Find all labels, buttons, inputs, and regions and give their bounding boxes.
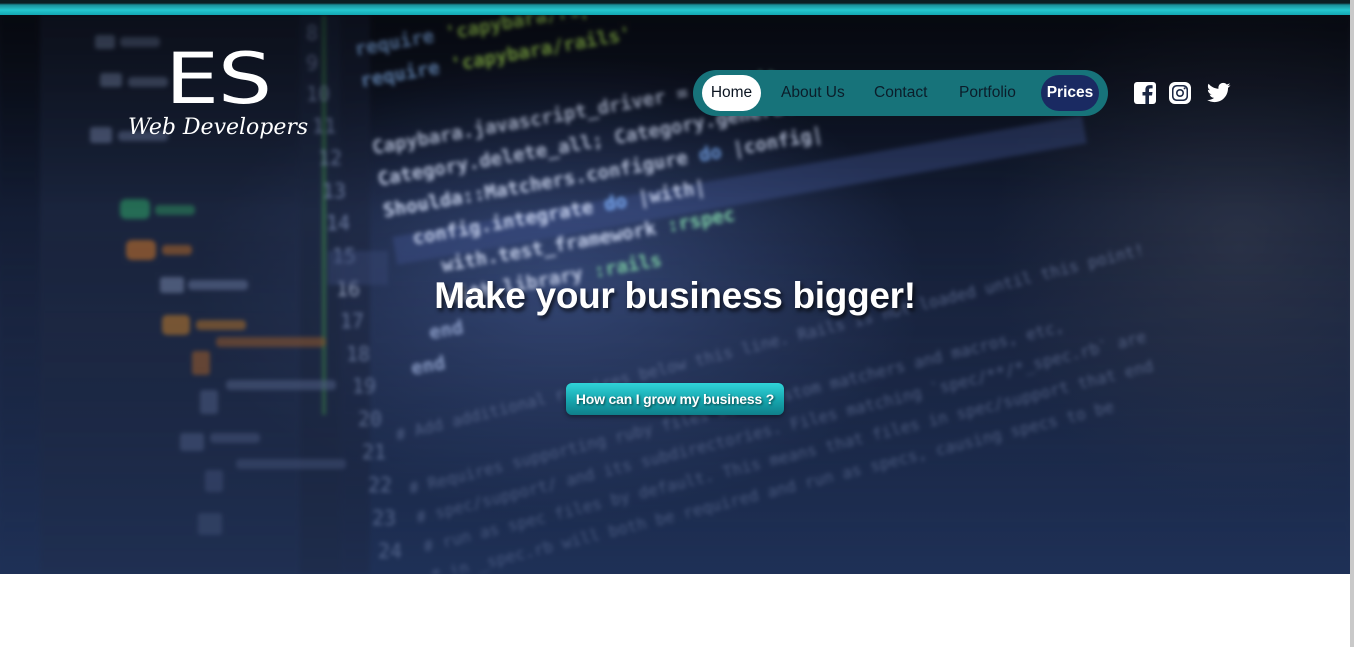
nav-item-contact[interactable]: Contact [874, 75, 927, 111]
grow-business-button[interactable]: How can I grow my business ? [566, 383, 784, 415]
nav-item-home[interactable]: Home [702, 75, 761, 111]
nav-item-about-us[interactable]: About Us [781, 75, 845, 111]
instagram-icon[interactable] [1169, 82, 1193, 106]
main-navigation: Home About Us Contact Portfolio Prices [693, 70, 1108, 116]
twitter-icon[interactable] [1207, 82, 1233, 106]
page-scrollbar[interactable] [1350, 0, 1354, 647]
hero-headline: Make your business bigger! [434, 275, 916, 316]
site-logo[interactable]: ES Web Developers [128, 44, 308, 140]
nav-item-portfolio[interactable]: Portfolio [959, 75, 1016, 111]
nav-item-prices[interactable]: Prices [1041, 75, 1099, 111]
facebook-icon[interactable] [1134, 82, 1158, 106]
top-accent-strip [0, 0, 1350, 15]
logo-initials: ES [165, 38, 272, 120]
